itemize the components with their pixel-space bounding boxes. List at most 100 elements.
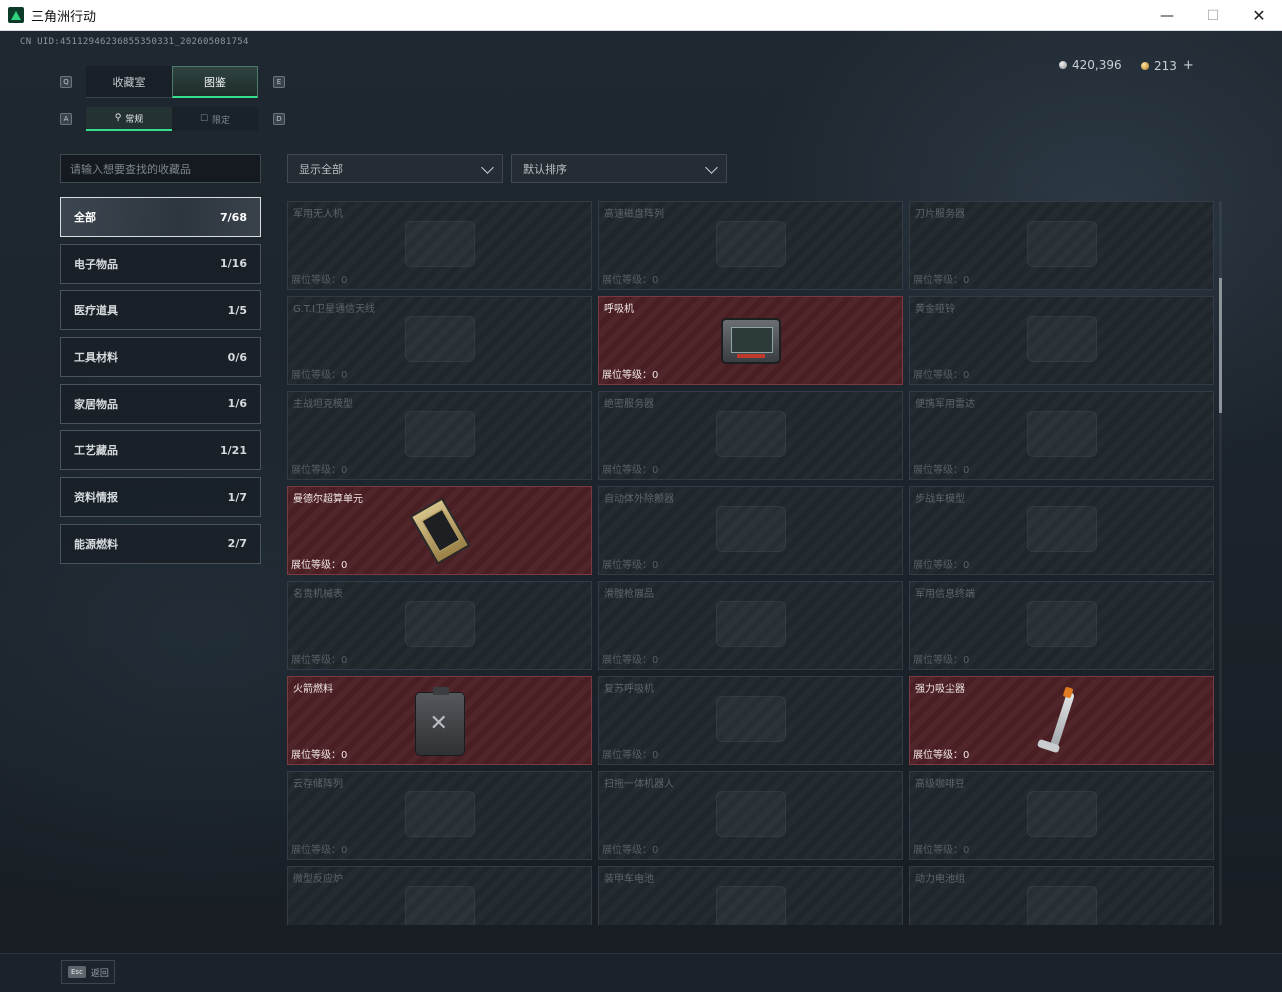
category-item[interactable]: 全部 7/68 <box>60 197 261 237</box>
booth-level-value: 0 <box>652 655 659 666</box>
collection-card[interactable]: 军用无人机 展位等级：0 <box>287 201 592 290</box>
player-uid: CN UID:45112946236855350331_202605081754 <box>20 37 249 47</box>
subtab-regular[interactable]: ⚲ 常规 <box>86 107 172 131</box>
booth-level-value: 0 <box>652 845 659 856</box>
category-item[interactable]: 资料情报 1/7 <box>60 477 261 518</box>
category-item[interactable]: 医疗道具 1/5 <box>60 290 261 331</box>
back-label: 返回 <box>90 968 109 979</box>
booth-level-value: 0 <box>341 275 348 286</box>
tab-catalog[interactable]: 图鉴 <box>172 66 258 98</box>
booth-level-label: 展位等级： <box>291 370 341 381</box>
collection-card[interactable]: 军用信息终端 展位等级：0 <box>909 581 1214 670</box>
booth-level-value: 0 <box>341 750 348 761</box>
key-hint-d: D <box>273 113 285 125</box>
booth-level-label: 展位等级： <box>291 560 341 571</box>
booth-level-value: 0 <box>652 465 659 476</box>
booth-level: 展位等级：0 <box>602 271 658 286</box>
item-silhouette <box>1026 505 1097 552</box>
collection-card[interactable]: 高速磁盘阵列展位等级：0 <box>598 201 903 290</box>
category-item[interactable]: 家居物品 1/6 <box>60 383 261 424</box>
collection-card[interactable]: 云存储阵列 展位等级：0 <box>287 771 592 860</box>
item-name: 军用信息终端 <box>915 589 975 600</box>
collection-card[interactable]: 黄金哑铃 展位等级：0 <box>909 296 1214 385</box>
collection-card[interactable]: 滑膛枪展品 展位等级：0 <box>598 581 903 670</box>
item-name: 扫拖一体机器人 <box>604 779 674 790</box>
collection-card[interactable]: 步战车模型 展位等级：0 <box>909 486 1214 575</box>
collection-card[interactable]: 微型反应炉 <box>287 866 592 925</box>
booth-level-value: 0 <box>341 655 348 666</box>
silver-coin-icon <box>1059 61 1067 69</box>
collection-card[interactable]: 名贵机械表 展位等级：0 <box>287 581 592 670</box>
category-item[interactable]: 能源燃料 2/7 <box>60 523 261 564</box>
collection-card[interactable]: 火箭燃料展位等级：0 <box>287 676 592 765</box>
booth-level: 展位等级：0 <box>602 366 658 381</box>
chevron-down-icon <box>481 161 494 174</box>
chevron-down-icon <box>705 161 718 174</box>
collection-card[interactable]: G.T.I卫星通信天线 展位等级：0 <box>287 296 592 385</box>
category-count: 1/7 <box>227 490 247 504</box>
item-name: 黄金哑铃 <box>915 304 955 315</box>
item-silhouette <box>715 600 786 647</box>
item-name: 微型反应炉 <box>293 874 343 885</box>
currency-gold: 213 + <box>1141 58 1194 73</box>
collection-card[interactable]: 复苏呼吸机 展位等级：0 <box>598 676 903 765</box>
collection-card[interactable]: 便携军用雷达 展位等级：0 <box>909 391 1214 480</box>
item-name: G.T.I卫星通信天线 <box>293 304 375 315</box>
item-image <box>409 496 470 565</box>
collection-card[interactable]: 自动体外除颤器 展位等级：0 <box>598 486 903 575</box>
esc-key-hint: Esc <box>68 966 86 978</box>
booth-level-label: 展位等级： <box>602 370 652 381</box>
booth-level: 展位等级：0 <box>291 271 347 286</box>
tab-collection-room[interactable]: 收藏室 <box>86 66 172 98</box>
booth-level: 展位等级：0 <box>291 556 347 571</box>
currency-silver: 420,396 <box>1059 58 1122 72</box>
item-name: 名贵机械表 <box>293 589 343 600</box>
maximize-button[interactable]: ☐ <box>1190 0 1236 31</box>
collection-card[interactable]: 高级咖啡豆 展位等级：0 <box>909 771 1214 860</box>
booth-level-label: 展位等级： <box>602 845 652 856</box>
collection-card[interactable]: 曼德尔超算单元 展位等级：0 <box>287 486 592 575</box>
search-input[interactable]: 请输入想要查找的收藏品 <box>60 154 261 183</box>
display-filter-dropdown[interactable]: 显示全部 <box>287 154 503 183</box>
item-silhouette <box>1026 790 1097 837</box>
collection-card[interactable]: 主战坦克模型展位等级：0 <box>287 391 592 480</box>
collection-card[interactable]: 扫拖一体机器人 展位等级：0 <box>598 771 903 860</box>
booth-level-label: 展位等级： <box>602 275 652 286</box>
sort-dropdown[interactable]: 默认排序 <box>511 154 727 183</box>
key-hint-a: A <box>60 113 72 125</box>
booth-level-label: 展位等级： <box>913 465 963 476</box>
item-name: 动力电池组 <box>915 874 965 885</box>
booth-level-label: 展位等级： <box>291 845 341 856</box>
category-item[interactable]: 工具材料 0/6 <box>60 337 261 378</box>
booth-level-label: 展位等级： <box>913 370 963 381</box>
subtab-limited[interactable]: ☐ 限定 <box>172 107 258 131</box>
item-name: 复苏呼吸机 <box>604 684 654 695</box>
category-item[interactable]: 工艺藏品 1/21 <box>60 430 261 471</box>
collection-card[interactable]: 装甲车电池 <box>598 866 903 925</box>
collection-card[interactable]: 动力电池组 <box>909 866 1214 925</box>
booth-level-label: 展位等级： <box>291 465 341 476</box>
collection-card[interactable]: 强力吸尘器 展位等级：0 <box>909 676 1214 765</box>
add-currency-button[interactable]: + <box>1183 58 1194 73</box>
collection-card[interactable]: 呼吸机展位等级：0 <box>598 296 903 385</box>
scrollbar-thumb[interactable] <box>1219 278 1222 413</box>
item-name: 高速磁盘阵列 <box>604 209 664 220</box>
category-count: 1/5 <box>227 303 247 317</box>
close-button[interactable]: ✕ <box>1236 0 1282 31</box>
item-name: 呼吸机 <box>604 304 634 315</box>
back-button[interactable]: Esc 返回 <box>61 960 115 984</box>
main-tab-bar: 收藏室 图鉴 <box>86 66 258 98</box>
minimize-button[interactable]: — <box>1144 0 1190 31</box>
item-name: 主战坦克模型 <box>293 399 353 410</box>
booth-level: 展位等级：0 <box>291 461 347 476</box>
category-item[interactable]: 电子物品 1/16 <box>60 243 261 284</box>
booth-level-label: 展位等级： <box>913 655 963 666</box>
category-count: 7/68 <box>220 210 247 224</box>
booth-level-value: 0 <box>963 750 970 761</box>
item-name: 步战车模型 <box>915 494 965 505</box>
currency-silver-value: 420,396 <box>1072 58 1122 72</box>
category-label: 全部 <box>74 211 96 224</box>
collection-card[interactable]: 绝密服务器 展位等级：0 <box>598 391 903 480</box>
collection-card[interactable]: 刀片服务器 展位等级：0 <box>909 201 1214 290</box>
display-filter-value: 显示全部 <box>299 162 343 176</box>
